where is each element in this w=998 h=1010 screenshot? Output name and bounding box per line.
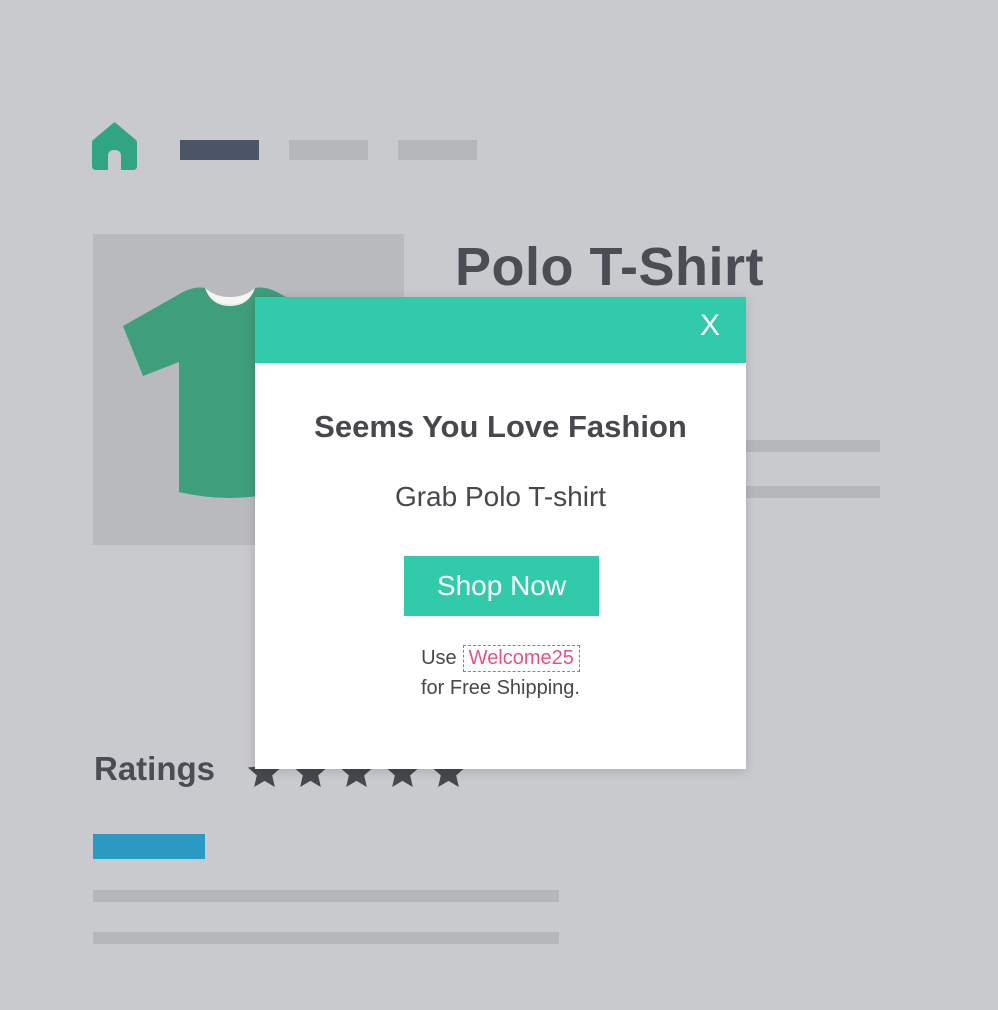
- promo-popup: X Seems You Love Fashion Grab Polo T-shi…: [255, 297, 746, 769]
- home-icon[interactable]: [92, 122, 137, 170]
- detail-placeholder-line: [746, 440, 880, 452]
- coupon-code[interactable]: Welcome25: [462, 645, 580, 672]
- coupon-prefix: Use: [421, 647, 457, 669]
- detail-placeholder-line: [746, 486, 880, 498]
- shipping-text: for Free Shipping.: [421, 677, 580, 699]
- popup-subheading: Grab Polo T-shirt: [394, 481, 607, 512]
- nav-item-active[interactable]: [180, 140, 259, 160]
- product-title: Polo T-Shirt: [455, 237, 764, 297]
- popup-header: X: [255, 297, 746, 363]
- ratings-label: Ratings: [94, 750, 216, 787]
- text-placeholder-line: [93, 932, 559, 944]
- link-placeholder-bar[interactable]: [93, 834, 205, 859]
- nav-item[interactable]: [289, 140, 368, 160]
- text-placeholder-line: [93, 890, 559, 902]
- close-button[interactable]: X: [700, 309, 720, 343]
- coupon-line: Use Welcome25: [255, 645, 746, 672]
- shop-now-button[interactable]: Shop Now: [404, 556, 599, 616]
- popup-heading: Seems You Love Fashion: [314, 409, 687, 444]
- nav-item[interactable]: [398, 140, 477, 160]
